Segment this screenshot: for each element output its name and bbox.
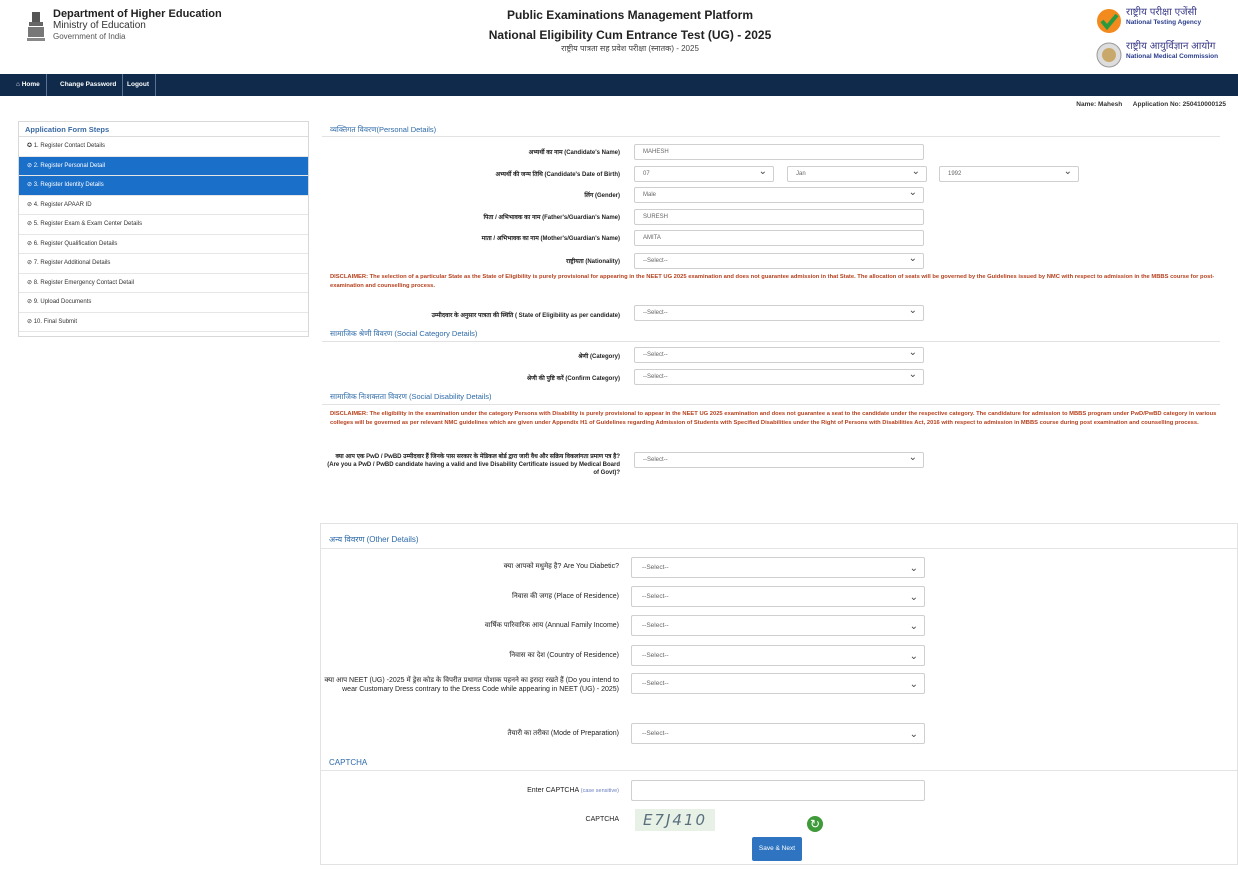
dress-code-select[interactable]: --Select-- — [631, 673, 925, 694]
top-nav: ⌂ Home Change Password Logout — [0, 74, 1238, 96]
disability-section-title: सामाजिक निःशक्तता विवरण (Social Disabili… — [330, 392, 492, 401]
dob-label: अभ्यर्थी की जन्म तिथि (Candidate's Date … — [495, 172, 620, 178]
country-select[interactable]: --Select-- — [631, 645, 925, 666]
father-name-input[interactable]: SURESH — [634, 209, 924, 225]
nmc-hindi: राष्ट्रीय आयुर्विज्ञान आयोग — [1126, 41, 1216, 52]
step-final-submit[interactable]: ⊘ 10. Final Submit — [19, 313, 308, 332]
income-label: वार्षिक पारिवारिक आय (Annual Family Inco… — [484, 622, 619, 629]
platform-name: Public Examinations Management Platform — [506, 8, 754, 22]
enter-captcha-text: Enter CAPTCHA — [527, 787, 579, 794]
diabetic-label: क्या आपको मधुमेह है? Are You Diabetic? — [503, 563, 619, 570]
personal-section-title: व्यक्तिगत विवरण(Personal Details) — [330, 125, 437, 134]
nta-hindi: राष्ट्रीय परीक्षा एजेंसी — [1126, 7, 1197, 18]
refresh-captcha-icon[interactable]: ↻ — [807, 816, 823, 832]
gender-label: लिंग (Gender) — [584, 193, 620, 199]
residence-select[interactable]: --Select-- — [631, 586, 925, 607]
exam-name: National Eligibility Cum Entrance Test (… — [488, 28, 772, 42]
nta-check-icon — [1097, 9, 1121, 33]
nta-logo: राष्ट्रीय परीक्षा एजेंसी National Testin… — [1096, 6, 1230, 36]
mother-name-label: माता / अभिभावक का नाम (Mother's/Guardian… — [481, 236, 620, 242]
captcha-image: E7J410 — [635, 809, 715, 831]
confirm-category-select[interactable]: --Select-- — [634, 368, 924, 385]
diabetic-select[interactable]: --Select-- — [631, 557, 925, 578]
dob-day-select[interactable]: 07 — [634, 165, 774, 182]
user-name: Name: Mahesh — [1076, 101, 1123, 108]
step-apaar-id[interactable]: ⊘ 4. Register APAAR ID — [19, 196, 308, 215]
nationality-label: राष्ट्रीयता (Nationality) — [566, 259, 620, 265]
ministry-name: Ministry of Education — [53, 20, 146, 31]
step-identity-details[interactable]: ⊘ 3. Register Identity Details — [19, 176, 308, 196]
step-contact-details[interactable]: ✪ 1. Register Contact Details — [19, 137, 308, 157]
sidebar-title: Application Form Steps — [19, 122, 308, 137]
government-name: Government of India — [53, 32, 126, 41]
name-label: अभ्यर्थी का नाम (Candidate's Name) — [528, 150, 620, 156]
father-name-label: पिता / अभिभावक का नाम (Father's/Guardian… — [483, 215, 620, 221]
state-disclaimer: DISCLAIMER: The selection of a particula… — [330, 274, 1215, 289]
confirm-category-label: श्रेणी की पुष्टि करें (Confirm Category) — [526, 376, 620, 382]
income-select[interactable]: --Select-- — [631, 615, 925, 636]
residence-label: निवास की जगह (Place of Residence) — [512, 593, 619, 600]
nav-change-password[interactable]: Change Password — [54, 74, 124, 96]
personal-details-form: व्यक्तिगत विवरण(Personal Details) अभ्यर्… — [322, 121, 1220, 492]
step-exam-center[interactable]: ⊘ 5. Register Exam & Exam Center Details — [19, 215, 308, 235]
step-personal-detail[interactable]: ⊘ 2. Register Personal Detail — [19, 156, 308, 176]
nav-logout[interactable]: Logout — [121, 74, 157, 96]
save-next-button[interactable]: Save & Next — [752, 837, 802, 861]
country-label: निवास का देश (Country of Residence) — [509, 652, 619, 659]
user-info: Name: Mahesh Application No: 25041000012… — [1076, 101, 1226, 108]
dept-name: Department of Higher Education — [53, 8, 222, 20]
dob-year-select[interactable]: 1992 — [939, 165, 1079, 182]
nta-english: National Testing Agency — [1126, 19, 1202, 26]
captcha-label: CAPTCHA — [585, 816, 619, 823]
category-select[interactable]: --Select-- — [634, 346, 924, 363]
department-block: Department of Higher Education Ministry … — [53, 9, 222, 42]
candidate-name-input[interactable]: MAHESH — [634, 144, 924, 160]
social-section-title: सामाजिक श्रेणी विवरण (Social Category De… — [330, 329, 478, 338]
exam-name-hindi: राष्ट्रीय पात्रता सह प्रवेश परीक्षा (स्न… — [561, 44, 699, 53]
mother-name-input[interactable]: AMITA — [634, 230, 924, 246]
enter-captcha-label: Enter CAPTCHA (case sensitive) — [321, 786, 619, 796]
other-details-form: अन्य विवरण (Other Details) क्या आपको मधु… — [320, 523, 1238, 865]
step-qualification[interactable]: ⊘ 6. Register Qualification Details — [19, 235, 308, 254]
nmc-english: National Medical Commission — [1126, 53, 1219, 60]
pwd-select[interactable]: --Select-- — [634, 451, 924, 468]
captcha-section-title: CAPTCHA — [329, 758, 368, 767]
dress-code-label: क्या आप NEET (UG) -2025 में ड्रेस कोड के… — [324, 677, 619, 693]
dob-month-select[interactable]: Jan — [787, 165, 927, 182]
state-eligibility-label: उम्मीदवार के अनुसार पात्रता की स्थिति ( … — [431, 313, 620, 319]
step-additional[interactable]: ⊘ 7. Register Additional Details — [19, 254, 308, 274]
nmc-seal-icon — [1096, 42, 1122, 68]
application-number: Application No: 250410000125 — [1132, 101, 1226, 108]
captcha-input[interactable] — [631, 780, 925, 801]
nmc-logo: राष्ट्रीय आयुर्विज्ञान आयोग National Med… — [1096, 40, 1236, 70]
national-emblem-icon — [27, 12, 45, 41]
step-upload-documents[interactable]: ⊘ 9. Upload Documents — [19, 293, 308, 313]
gender-select[interactable]: Male — [634, 186, 924, 203]
preparation-select[interactable]: --Select-- — [631, 723, 925, 744]
state-eligibility-select[interactable]: --Select-- — [634, 304, 924, 321]
nav-home[interactable]: ⌂ Home — [10, 74, 47, 96]
other-section-title: अन्य विवरण (Other Details) — [329, 535, 419, 544]
preparation-label: तैयारी का तरीका (Mode of Preparation) — [507, 730, 619, 737]
category-label: श्रेणी (Category) — [578, 354, 620, 360]
pwd-label: क्या आप एक PwD / PwBD उम्मीदवार हैं जिनक… — [327, 454, 620, 476]
platform-title: Public Examinations Management Platform … — [400, 8, 860, 54]
step-emergency-contact[interactable]: ⊘ 8. Register Emergency Contact Detail — [19, 274, 308, 293]
nationality-select[interactable]: --Select-- — [634, 252, 924, 269]
case-sensitive-note: (case sensitive) — [580, 788, 619, 794]
disability-disclaimer: DISCLAIMER: The eligibility in the exami… — [330, 411, 1217, 426]
application-steps-sidebar: Application Form Steps ✪ 1. Register Con… — [18, 121, 309, 337]
page-header: Department of Higher Education Ministry … — [0, 0, 1238, 74]
